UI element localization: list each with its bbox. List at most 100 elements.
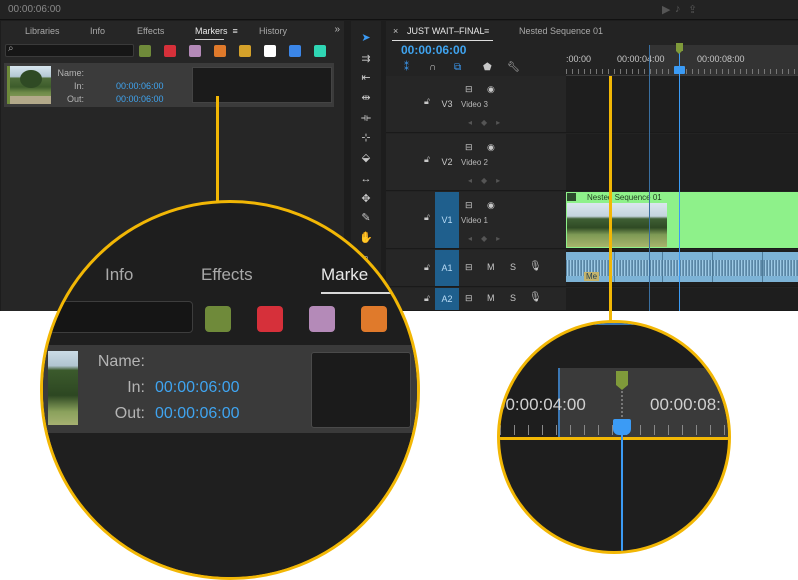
mute-button[interactable]: M: [487, 293, 495, 303]
color-swatch-6[interactable]: [289, 45, 301, 57]
playhead-handle[interactable]: [674, 66, 685, 74]
track-select-tool-icon[interactable]: ⇉: [359, 52, 373, 66]
solo-button[interactable]: S: [510, 262, 516, 272]
razor-tool-icon[interactable]: ⊹: [359, 131, 373, 145]
clip-boundary: [614, 252, 615, 282]
export-frame-icon[interactable]: ▶: [662, 3, 670, 16]
zoom-playhead-line: [621, 433, 623, 551]
nest-icon[interactable]: ⁑: [404, 62, 409, 73]
tab-effects[interactable]: Effects: [137, 26, 164, 36]
marker-in-label: In:: [73, 81, 84, 91]
add-marker-icon[interactable]: ⬟: [483, 62, 492, 73]
move-tool-icon[interactable]: ✥: [359, 192, 373, 206]
zoom-tab-effects: Effects: [201, 265, 253, 284]
playhead-timecode[interactable]: 00:00:06:00: [401, 43, 466, 57]
zoom-color-swatch-0: [205, 306, 231, 332]
lock-icon[interactable]: 🔓︎: [424, 96, 430, 107]
zoom-ruler-label-4s: 00:00:04:00: [497, 395, 586, 414]
keyframe-nav[interactable]: ◂◆▸: [468, 176, 509, 185]
sequence-marker[interactable]: [676, 43, 683, 54]
track-target-v3[interactable]: V3: [435, 76, 459, 132]
lock-icon[interactable]: 🔓︎: [424, 293, 430, 304]
color-swatch-5[interactable]: [264, 45, 276, 57]
keyframe-nav[interactable]: ◂◆▸: [468, 234, 509, 243]
keyframe-nav[interactable]: ◂◆▸: [468, 118, 509, 127]
track-target-v2[interactable]: V2: [435, 134, 459, 190]
slip-tool-icon[interactable]: ⬙: [359, 151, 373, 165]
zoom-sequence-marker: [616, 371, 628, 390]
audio-clip[interactable]: Me: [566, 252, 798, 282]
panel-menu-icon[interactable]: ≡: [233, 26, 238, 36]
lock-icon[interactable]: 🔓︎: [424, 262, 430, 273]
microphone-icon[interactable]: 🎙︎: [529, 292, 542, 303]
tab-nested-sequence[interactable]: Nested Sequence 01: [519, 26, 603, 36]
eye-icon[interactable]: ◉: [487, 200, 495, 211]
panel-tabs: Libraries Info Effects Markers ≡ History …: [1, 21, 344, 41]
mute-button[interactable]: M: [487, 262, 495, 272]
sync-lock-icon[interactable]: ⊟: [465, 200, 473, 211]
marker-search-input[interactable]: ⌕: [5, 43, 134, 57]
lock-icon[interactable]: 🔓︎: [424, 212, 430, 223]
track-name-v1: Video 1: [461, 216, 488, 225]
color-swatch-1[interactable]: [164, 45, 176, 57]
tab-libraries[interactable]: Libraries: [25, 26, 60, 36]
zoom-color-swatch-2: [309, 306, 335, 332]
tab-info[interactable]: Info: [90, 26, 105, 36]
share-icon[interactable]: ⇪: [688, 3, 697, 16]
tab-markers[interactable]: Markers ≡: [195, 26, 238, 40]
track-lane-a1: Me: [566, 250, 798, 286]
timeline-menu-icon[interactable]: ≡: [484, 26, 489, 36]
track-target-v1[interactable]: V1: [435, 192, 459, 248]
color-swatch-3[interactable]: [214, 45, 226, 57]
track-target-a1[interactable]: A1: [435, 250, 459, 286]
fx-badge-icon: [567, 193, 576, 201]
track-lane-a2[interactable]: [566, 288, 798, 310]
marker-in-timecode[interactable]: 00:00:06:00: [116, 81, 164, 91]
solo-button[interactable]: S: [510, 293, 516, 303]
eye-icon[interactable]: ◉: [487, 142, 495, 153]
color-swatch-4[interactable]: [239, 45, 251, 57]
color-swatch-2[interactable]: [189, 45, 201, 57]
sync-lock-icon[interactable]: ⊟: [465, 262, 473, 273]
sync-lock-icon[interactable]: ⊟: [465, 84, 473, 95]
track-lane-v3[interactable]: [566, 76, 798, 132]
track-name-v3: Video 3: [461, 100, 488, 109]
pen-tool-icon[interactable]: ✎: [359, 211, 373, 225]
audio-clip-tag: Me: [584, 272, 600, 281]
zoom-empty-area: [43, 433, 417, 577]
slide-tool-icon[interactable]: ↔: [359, 172, 373, 186]
tab-history[interactable]: History: [259, 26, 287, 36]
sync-lock-icon[interactable]: ⊟: [465, 142, 473, 153]
playhead-line[interactable]: [679, 45, 680, 311]
marker-comment-field[interactable]: [192, 67, 332, 103]
track-target-a2[interactable]: A2: [435, 288, 459, 310]
more-tabs-icon[interactable]: »: [334, 24, 340, 35]
track-header-v2: 🔓︎ V2 ⊟ ◉ Video 2 ◂◆▸: [386, 134, 566, 190]
settings-wrench-icon[interactable]: 🔧︎: [507, 62, 520, 73]
color-swatch-0[interactable]: [139, 45, 151, 57]
sync-lock-icon[interactable]: ⊟: [465, 293, 473, 304]
close-tab-icon[interactable]: ×: [393, 26, 398, 36]
selection-tool-icon[interactable]: ➤: [359, 31, 373, 45]
top-timecode: 00:00:06:00: [8, 4, 61, 15]
hand-tool-icon[interactable]: ✋: [359, 231, 373, 245]
zoom-thumbnail: [48, 351, 78, 425]
clip-thumbnail: [567, 203, 667, 247]
lock-icon[interactable]: 🔓︎: [424, 154, 430, 165]
ruler-label-4s: 00:00:04:00: [617, 54, 665, 64]
snap-icon[interactable]: ∩: [429, 62, 436, 73]
marker-list-item[interactable]: Name: In: Out: 00:00:06:00 00:00:06:00: [4, 63, 334, 107]
marker-out-timecode[interactable]: 00:00:06:00: [116, 94, 164, 104]
track-lane-v2[interactable]: [566, 134, 798, 190]
tab-just-wait-final[interactable]: JUST WAIT–FINAL: [392, 26, 492, 41]
rolling-edit-tool-icon[interactable]: ⇹: [359, 91, 373, 105]
rate-stretch-tool-icon[interactable]: ⟛: [359, 111, 373, 125]
nested-sequence-clip[interactable]: Nested Sequence 01: [566, 192, 798, 248]
eye-icon[interactable]: ◉: [487, 84, 495, 95]
music-icon[interactable]: ♪: [675, 3, 681, 15]
linked-selection-icon[interactable]: ⧉: [454, 62, 461, 73]
color-swatch-7[interactable]: [314, 45, 326, 57]
clip-boundary: [662, 252, 663, 282]
ripple-edit-tool-icon[interactable]: ⇤: [359, 71, 373, 85]
microphone-icon[interactable]: 🎙︎: [529, 261, 542, 272]
